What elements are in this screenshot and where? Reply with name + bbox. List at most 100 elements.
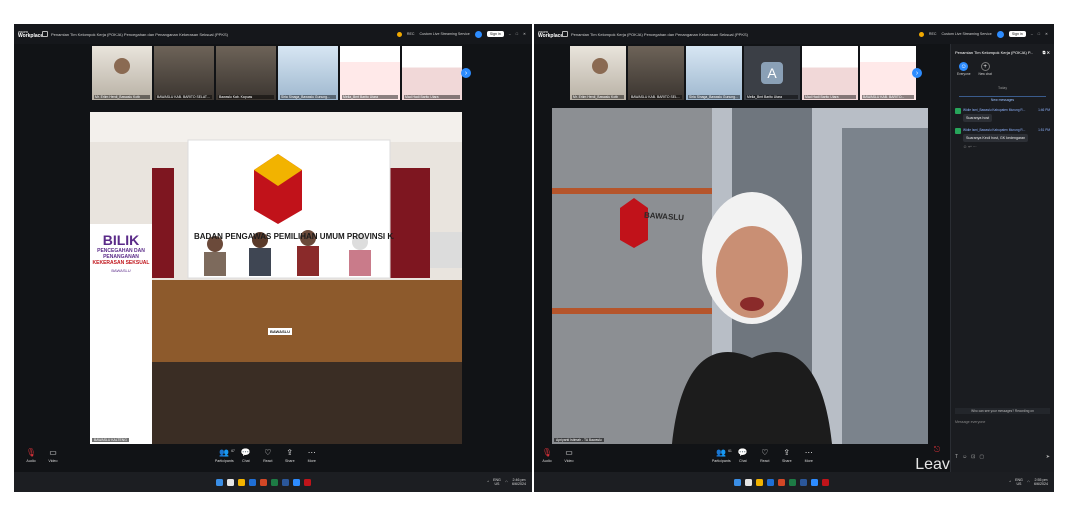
office-icon[interactable] (778, 478, 785, 486)
close-icon[interactable]: ✕ (1045, 32, 1048, 36)
rec-indicator[interactable]: REC (407, 32, 415, 36)
zoom-brand: zoom Workplace (538, 29, 564, 39)
participant-tile[interactable]: Mella_Bmt Barito Utara (340, 46, 400, 100)
maximize-icon[interactable]: □ (1038, 32, 1040, 36)
title-bar: zoom Workplace Penamian Tim Kelompok Ker… (14, 24, 532, 44)
wifi-icon[interactable]: ◠ (1027, 480, 1030, 484)
clock[interactable]: 2:46 pm 6/6/2024 (512, 478, 526, 487)
video-button[interactable]: ▭ Video (558, 448, 580, 464)
shield-icon (42, 31, 48, 37)
chat-input[interactable]: Message everyone (955, 420, 1050, 424)
tray-chevron-icon[interactable]: ^ (1009, 480, 1011, 484)
zoom-app-icon[interactable] (811, 478, 818, 486)
sign-in-button[interactable]: Sign in (486, 31, 504, 37)
next-page-icon[interactable]: › (912, 68, 922, 78)
share-button[interactable]: ⇪ Share (279, 449, 301, 464)
word-icon[interactable] (800, 478, 807, 486)
pdf-icon[interactable] (304, 478, 311, 486)
format-icon[interactable]: T (955, 454, 958, 460)
share-button[interactable]: ⇪ Share (776, 449, 798, 464)
participant-tile[interactable]: Bawaslu Kab. Kapuas (216, 46, 276, 100)
next-page-icon[interactable]: › (461, 68, 471, 78)
explorer-icon[interactable] (238, 478, 245, 486)
more-button[interactable]: ⋯ More (301, 449, 323, 464)
clock[interactable]: 2:55 pm 6/6/2024 (1034, 478, 1048, 487)
participant-tile[interactable]: Siria Sinaga_Bawaslu Gunung... (278, 46, 338, 100)
file-icon[interactable]: ▢ (979, 454, 984, 460)
participant-tile[interactable]: Siria Sinaga_Bawaslu Gunung... (686, 46, 742, 100)
pdf-icon[interactable] (822, 478, 829, 486)
audio-button[interactable]: 🎙 Audio (536, 449, 558, 464)
tab-everyone[interactable]: ☺ Everyone (957, 62, 970, 76)
search-icon[interactable] (227, 478, 234, 486)
info-icon[interactable] (396, 31, 402, 37)
right-zoom-window: zoom Workplace Penamian Tim Kelompok Ker… (534, 24, 1054, 492)
maximize-icon[interactable]: □ (516, 32, 518, 36)
video-button[interactable]: ▭ Video (42, 449, 64, 464)
more-button[interactable]: ⋯ More (798, 448, 820, 464)
search-icon[interactable] (745, 478, 752, 486)
close-icon[interactable]: ✕ (523, 32, 526, 36)
windows-start-icon[interactable] (734, 478, 741, 486)
react-button[interactable]: ♡ React (754, 449, 776, 464)
avatar (955, 128, 961, 134)
react-button[interactable]: ♡ React (257, 449, 279, 464)
desk-label: BAWASLU (268, 328, 292, 335)
user-icon[interactable] (474, 30, 482, 38)
leave-icon: ⎋ (933, 445, 941, 454)
participant-tile[interactable]: BAWASLU KAB. BARITO... (860, 46, 916, 100)
user-icon[interactable] (996, 30, 1004, 38)
participant-tile[interactable]: A Mella_Bmt Barito Utara (744, 46, 800, 100)
zoom-app-icon[interactable] (293, 478, 300, 486)
chat-close-icon[interactable]: ✕ (1047, 50, 1050, 55)
tab-new-chat[interactable]: + New chat (978, 62, 992, 76)
emoji-icon[interactable]: ☺ (962, 454, 967, 460)
explorer-icon[interactable] (756, 478, 763, 486)
tray-chevron-icon[interactable]: ^ (487, 480, 489, 484)
language-indicator[interactable]: ENG US (1015, 478, 1023, 487)
reaction-icons[interactable]: ☺ ↩ ⋯ (951, 144, 1054, 149)
rec-indicator[interactable]: REC (929, 32, 937, 36)
windows-taskbar: ^ ENG US ◠ 2:55 pm 6/6/2024 (534, 472, 1054, 492)
excel-icon[interactable] (271, 478, 278, 486)
screenshot-icon[interactable]: ⊡ (971, 454, 975, 460)
who-can-see-notice[interactable]: Who can see your messages? Recording on (955, 408, 1050, 414)
language-indicator[interactable]: ENG US (493, 478, 501, 487)
meeting-toolbar: 🎙 Audio ▭ Video 👥 Participants 67 💬 Chat ♡ Re… (14, 442, 532, 470)
participant-tile[interactable]: BAWASLU KAB. BARITO SELATAN (154, 46, 214, 100)
office-icon[interactable] (260, 478, 267, 486)
minimize-icon[interactable]: – (1031, 32, 1033, 36)
wifi-icon[interactable]: ◠ (505, 480, 508, 484)
more-icon: ⋯ (804, 448, 813, 457)
stage-banner-text: BADAN PENGAWAS PEMILIHAN UMUM PROVINSI K… (194, 232, 394, 241)
windows-start-icon[interactable] (216, 478, 223, 486)
shield-icon (562, 31, 568, 37)
sign-in-button[interactable]: Sign in (1008, 31, 1026, 37)
chat-button[interactable]: 💬 Chat (235, 448, 257, 464)
send-icon[interactable]: ➤ (1046, 454, 1050, 460)
edge-icon[interactable] (767, 478, 774, 486)
chat-message[interactable]: Widie Ismi_Bawaslu Kabupaten Murung R...… (951, 128, 1054, 142)
minimize-icon[interactable]: – (509, 32, 511, 36)
camera-icon: ▭ (565, 448, 573, 457)
streaming-label[interactable]: Custom Live Streaming Service (419, 32, 469, 36)
word-icon[interactable] (282, 478, 289, 486)
leave-button[interactable]: ⎋ Leave (915, 445, 959, 474)
participant-tile[interactable]: Mad Hadi Barito Utara (402, 46, 462, 100)
chat-icon: 💬 (240, 448, 251, 457)
standee: BILIK PENCEGAHAN DAN PENANGANAN KEKERASA… (92, 232, 150, 273)
edge-icon[interactable] (249, 478, 256, 486)
info-icon[interactable] (918, 31, 924, 37)
participant-tile[interactable]: Mr. Erlim Herdi_Bawaslu Kotb (92, 46, 152, 100)
chat-button[interactable]: 💬 Chat (732, 449, 754, 464)
participant-tile[interactable]: BAWASLU KAB. BARITO SELAT... (628, 46, 684, 100)
audio-button[interactable]: 🎙 Audio (20, 449, 42, 464)
participant-tile[interactable]: Mad Hadi Barito Utara (802, 46, 858, 100)
streaming-label[interactable]: Custom Live Streaming Service (941, 32, 991, 36)
active-speaker-video: BAWASLU Apriyanti Istimah - TA Bawaslu (552, 108, 928, 444)
popout-icon[interactable]: ⧉ (1043, 50, 1046, 55)
participant-tile[interactable]: Mr. Erlim Herdi_Bawaslu Kotb (570, 46, 626, 100)
excel-icon[interactable] (789, 478, 796, 486)
chat-message[interactable]: Widie Ismi_Bawaslu Kabupaten Murung R...… (951, 108, 1054, 122)
people-icon: ☺ (959, 62, 969, 71)
